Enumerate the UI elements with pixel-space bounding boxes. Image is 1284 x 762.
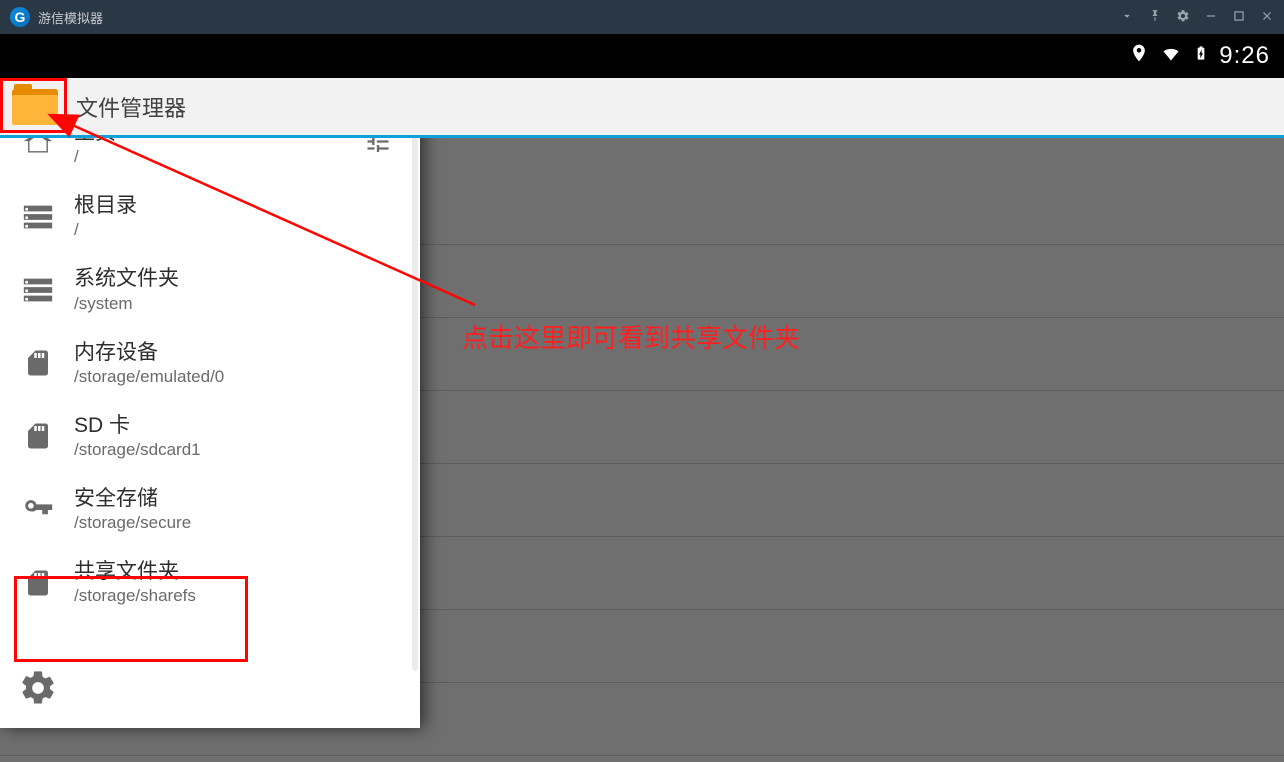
app-title: 文件管理器 — [76, 91, 186, 123]
sidebar-item-secure[interactable]: 安全存储 /storage/secure — [0, 473, 420, 546]
drawer-list: 主页 / 根目录 / 系统文件夹 /system — [0, 107, 420, 652]
storage-icon — [18, 197, 58, 237]
settings-gear-icon[interactable] — [18, 668, 58, 713]
nav-item-title: SD 卡 — [74, 413, 201, 438]
nav-item-path: / — [74, 147, 116, 167]
nav-item-path: /storage/emulated/0 — [74, 367, 224, 387]
location-icon — [1129, 42, 1149, 70]
nav-item-title: 根目录 — [74, 193, 137, 218]
sidebar-item-sharefs[interactable]: 共享文件夹 /storage/sharefs — [0, 546, 420, 619]
maximize-icon[interactable] — [1232, 9, 1246, 26]
nav-item-path: / — [74, 220, 137, 240]
wifi-icon — [1159, 42, 1183, 70]
sidebar-item-system[interactable]: 系统文件夹 /system — [0, 253, 420, 326]
nav-item-path: /system — [74, 294, 179, 314]
nav-item-title: 共享文件夹 — [74, 559, 196, 584]
emulator-window-controls — [1120, 9, 1274, 26]
storage-icon — [18, 270, 58, 310]
sd-card-icon — [18, 416, 58, 456]
minimize-icon[interactable] — [1204, 9, 1218, 26]
sidebar-item-internal[interactable]: 内存设备 /storage/emulated/0 — [0, 327, 420, 400]
emulator-logo-icon: G — [10, 7, 30, 27]
nav-item-path: /storage/sdcard1 — [74, 440, 201, 460]
emulator-title: 游信模拟器 — [38, 8, 103, 27]
status-time: 9:26 — [1219, 42, 1270, 70]
sidebar-item-root[interactable]: 根目录 / — [0, 180, 420, 253]
app-header: 文件管理器 — [0, 78, 1284, 138]
emulator-titlebar: G 游信模拟器 — [0, 0, 1284, 34]
android-status-bar: 9:26 — [0, 34, 1284, 78]
navigation-drawer: 主页 / 根目录 / 系统文件夹 /system — [0, 107, 420, 728]
battery-icon — [1193, 41, 1209, 72]
gear-icon[interactable] — [1176, 9, 1190, 26]
nav-item-title: 内存设备 — [74, 340, 224, 365]
nav-item-title: 安全存储 — [74, 486, 191, 511]
nav-item-path: /storage/sharefs — [74, 586, 196, 606]
sd-card-icon — [18, 563, 58, 603]
key-icon — [18, 490, 58, 530]
drawer-footer — [0, 652, 420, 728]
nav-item-title: 系统文件夹 — [74, 266, 179, 291]
dropdown-icon[interactable] — [1120, 9, 1134, 26]
pin-icon[interactable] — [1148, 9, 1162, 26]
sd-card-icon — [18, 343, 58, 383]
app-folder-icon[interactable] — [10, 85, 60, 129]
sidebar-item-sdcard[interactable]: SD 卡 /storage/sdcard1 — [0, 400, 420, 473]
nav-item-path: /storage/secure — [74, 513, 191, 533]
close-icon[interactable] — [1260, 9, 1274, 26]
